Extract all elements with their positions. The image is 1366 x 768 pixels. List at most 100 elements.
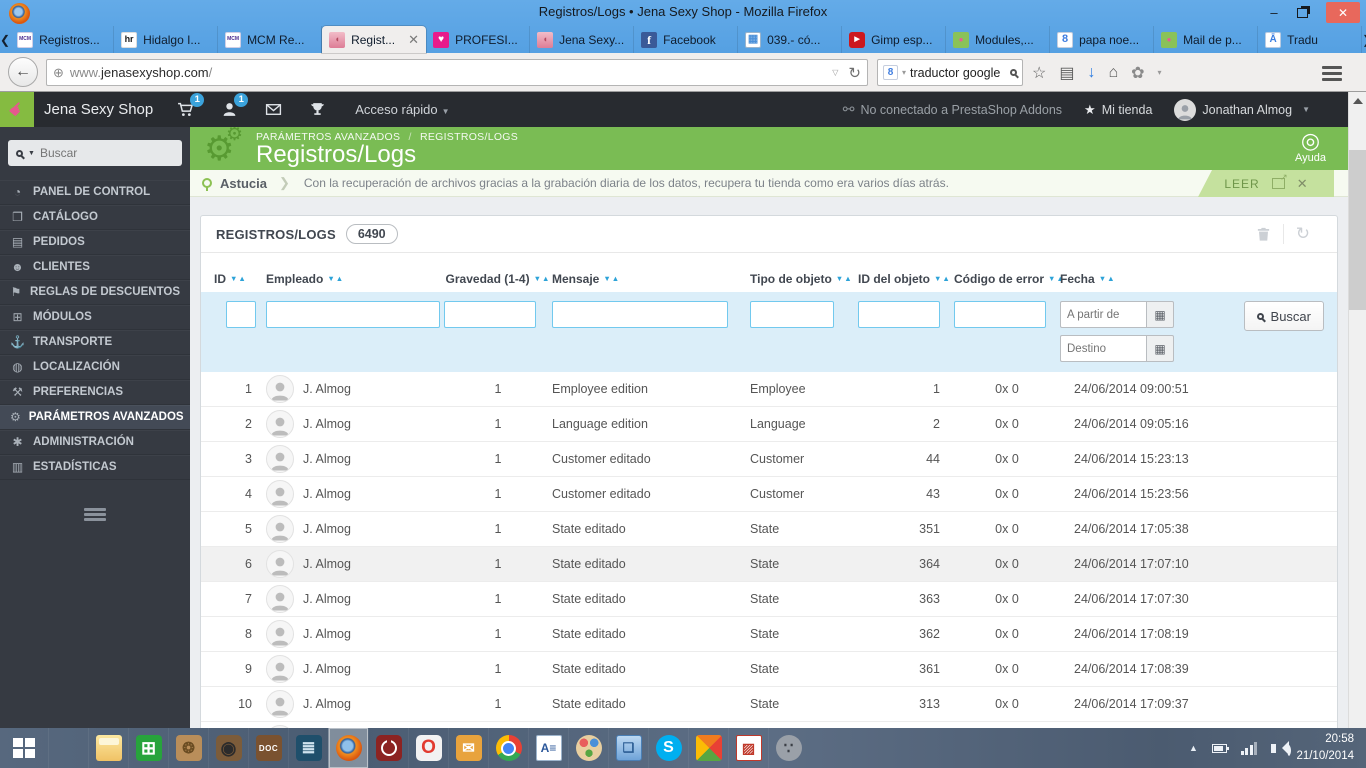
taskbar-app-picture-manager[interactable] — [728, 728, 768, 768]
restore-button[interactable] — [1297, 7, 1308, 18]
log-row[interactable]: 5 J. Almog 1 State editado State 351 0x 0 24/06… — [201, 512, 1337, 547]
bookmarks-menu-icon[interactable]: ▤ — [1059, 63, 1074, 83]
taskbar-app-photo-app[interactable] — [168, 728, 208, 768]
search-scope-dropdown-icon[interactable]: ▼ — [28, 150, 35, 157]
taskbar-app-file-explorer[interactable] — [88, 728, 128, 768]
start-button[interactable] — [0, 728, 48, 768]
history-dropdown-icon[interactable]: ▽ — [832, 68, 838, 77]
sidebar-item-reglas-de-descuentos[interactable]: ⚑ REGLAS DE DESCUENTOS — [0, 280, 190, 305]
taskbar-app-chrome[interactable] — [488, 728, 528, 768]
calendar-to-icon[interactable]: ▦ — [1146, 335, 1174, 362]
battery-icon[interactable] — [1211, 743, 1229, 753]
taskbar-app-gimp[interactable] — [768, 728, 808, 768]
filter-employee-input[interactable] — [266, 301, 440, 328]
sort-icons[interactable]: ▼▲ — [1099, 274, 1116, 283]
prestashop-logo[interactable]: ☛ — [0, 92, 34, 127]
filter-object-id-input[interactable] — [858, 301, 940, 328]
log-row[interactable]: 1 J. Almog 1 Employee edition Employee 1 0x 0 2… — [201, 372, 1337, 407]
taskbar-app-outlook[interactable] — [448, 728, 488, 768]
browser-tab[interactable]: PROFESI... — [426, 26, 531, 53]
my-shop-link[interactable]: ★ Mi tienda — [1084, 102, 1152, 118]
log-row[interactable]: 9 J. Almog 1 State editado State 361 0x 0 24/06… — [201, 652, 1337, 687]
adblock-plugin-icon[interactable]: ✿ — [1131, 63, 1144, 83]
column-header[interactable]: ID ▼▲ — [214, 272, 266, 286]
sort-icons[interactable]: ▼▲ — [230, 274, 247, 283]
taskbar-app-word-processor[interactable] — [528, 728, 568, 768]
addons-connect-link[interactable]: ⚯ No conectado a PrestaShop Addons — [843, 101, 1062, 118]
sidebar-item-cat-logo[interactable]: ❐ CATÁLOGO — [0, 205, 190, 230]
web-search-input[interactable] — [910, 65, 1006, 80]
taskbar-app-opera[interactable] — [408, 728, 448, 768]
column-header[interactable]: Tipo de objeto ▼▲ — [750, 272, 858, 286]
taskbar-app-skype[interactable] — [648, 728, 688, 768]
taskbar-clock[interactable]: 20:58 21/10/2014 — [1296, 731, 1354, 764]
url-bar[interactable]: ⊕ www. jenasexyshop.com / ▽ ↻ — [46, 59, 868, 86]
column-header[interactable]: Gravedad (1-4) ▼▲ — [444, 272, 552, 286]
browser-tab[interactable]: Mail de p... — [1154, 26, 1259, 53]
sidebar-collapse-icon[interactable] — [84, 508, 106, 511]
browser-tab[interactable]: Modules,... — [946, 26, 1051, 53]
user-menu[interactable]: Jonathan Almog ▼ — [1174, 98, 1310, 121]
taskbar-app-audio-app[interactable] — [208, 728, 248, 768]
browser-tab[interactable]: Tradu — [1258, 26, 1363, 53]
taskbar-app-doc-app[interactable] — [248, 728, 288, 768]
volume-icon[interactable] — [1271, 742, 1292, 758]
taskbar-app-paint[interactable] — [568, 728, 608, 768]
log-row[interactable]: 10 J. Almog 1 State editado State 313 0x 0 24/0… — [201, 687, 1337, 722]
sidebar-search[interactable]: ▼ — [8, 140, 182, 166]
filter-error-code-input[interactable] — [954, 301, 1046, 328]
browser-tab[interactable]: 039.- có... — [738, 26, 843, 53]
filter-message-input[interactable] — [552, 301, 728, 328]
column-header[interactable]: Código de error ▼▲ — [954, 272, 1064, 286]
network-signal-icon[interactable] — [1240, 741, 1258, 755]
browser-tab[interactable]: Facebook — [634, 26, 739, 53]
badges-menu[interactable] — [307, 100, 327, 120]
browser-tab[interactable]: Gimp esp... — [842, 26, 947, 53]
filter-date-from-input[interactable] — [1060, 301, 1146, 328]
sidebar-item-m-dulos[interactable]: ⊞ MÓDULOS — [0, 305, 190, 330]
filter-date-to-input[interactable] — [1060, 335, 1146, 362]
filter-search-button[interactable]: Buscar — [1243, 301, 1324, 331]
log-row[interactable]: 6 J. Almog 1 State editado State 364 0x 0 24/06… — [201, 547, 1337, 582]
tip-read-button[interactable]: LEER ✕ — [1198, 170, 1334, 197]
filter-severity-input[interactable] — [444, 301, 536, 328]
taskbar-app-internet-explorer[interactable] — [48, 728, 88, 768]
scrollbar-thumb[interactable] — [1349, 150, 1366, 310]
search-bar[interactable]: 8 ▾ — [877, 59, 1023, 86]
column-header[interactable]: ID del objeto ▼▲ — [858, 272, 954, 286]
back-button[interactable]: ← — [8, 57, 38, 87]
home-icon[interactable]: ⌂ — [1108, 64, 1118, 82]
search-engine-icon[interactable]: 8 — [883, 65, 898, 80]
sidebar-item-estad-sticas[interactable]: ▥ ESTADÍSTICAS — [0, 455, 190, 480]
sidebar-item-preferencias[interactable]: ⚒ PREFERENCIAS — [0, 380, 190, 405]
tray-expand-icon[interactable]: ▲ — [1189, 743, 1198, 753]
column-header[interactable]: Mensaje ▼▲ — [552, 272, 750, 286]
column-header[interactable]: Fecha ▼▲ — [1060, 272, 1212, 286]
log-row[interactable]: 4 J. Almog 1 Customer editado Customer 43 0x 0… — [201, 477, 1337, 512]
calendar-from-icon[interactable]: ▦ — [1146, 301, 1174, 328]
tab-scroll-right-icon[interactable]: ❯ — [1362, 26, 1366, 53]
taskbar-app-windows-store[interactable] — [128, 728, 168, 768]
reload-icon[interactable]: ↻ — [848, 64, 861, 82]
browser-tab[interactable]: Registros... — [10, 26, 115, 53]
delete-logs-button[interactable] — [1244, 226, 1283, 242]
customers-menu[interactable]: 1 — [219, 92, 249, 120]
sort-icons[interactable]: ▼▲ — [327, 274, 344, 283]
content-scrollbar[interactable] — [1348, 92, 1366, 728]
quick-access-menu[interactable]: Acceso rápido ▼ — [355, 102, 449, 117]
taskbar-app-system-tool[interactable] — [288, 728, 328, 768]
sidebar-search-input[interactable] — [39, 146, 174, 160]
log-row[interactable]: 3 J. Almog 1 Customer editado Customer 44 0x 0… — [201, 442, 1337, 477]
close-button[interactable]: ✕ — [1326, 2, 1360, 23]
bookmark-star-icon[interactable]: ☆ — [1032, 63, 1046, 83]
search-go-icon[interactable] — [1010, 69, 1017, 76]
sidebar-item-pedidos[interactable]: ▤ PEDIDOS — [0, 230, 190, 255]
messages-menu[interactable] — [263, 100, 283, 120]
sidebar-item-clientes[interactable]: ☻ CLIENTES — [0, 255, 190, 280]
sidebar-item-administraci-n[interactable]: ✱ ADMINISTRACIÓN — [0, 430, 190, 455]
filter-id-input[interactable] — [226, 301, 256, 328]
sidebar-item-transporte[interactable]: ⚓ TRANSPORTE — [0, 330, 190, 355]
sort-icons[interactable]: ▼▲ — [603, 274, 620, 283]
sort-icons[interactable]: ▼▲ — [534, 274, 551, 283]
sidebar-item-panel-de-control[interactable]: ◔ PANEL DE CONTROL — [0, 180, 190, 205]
